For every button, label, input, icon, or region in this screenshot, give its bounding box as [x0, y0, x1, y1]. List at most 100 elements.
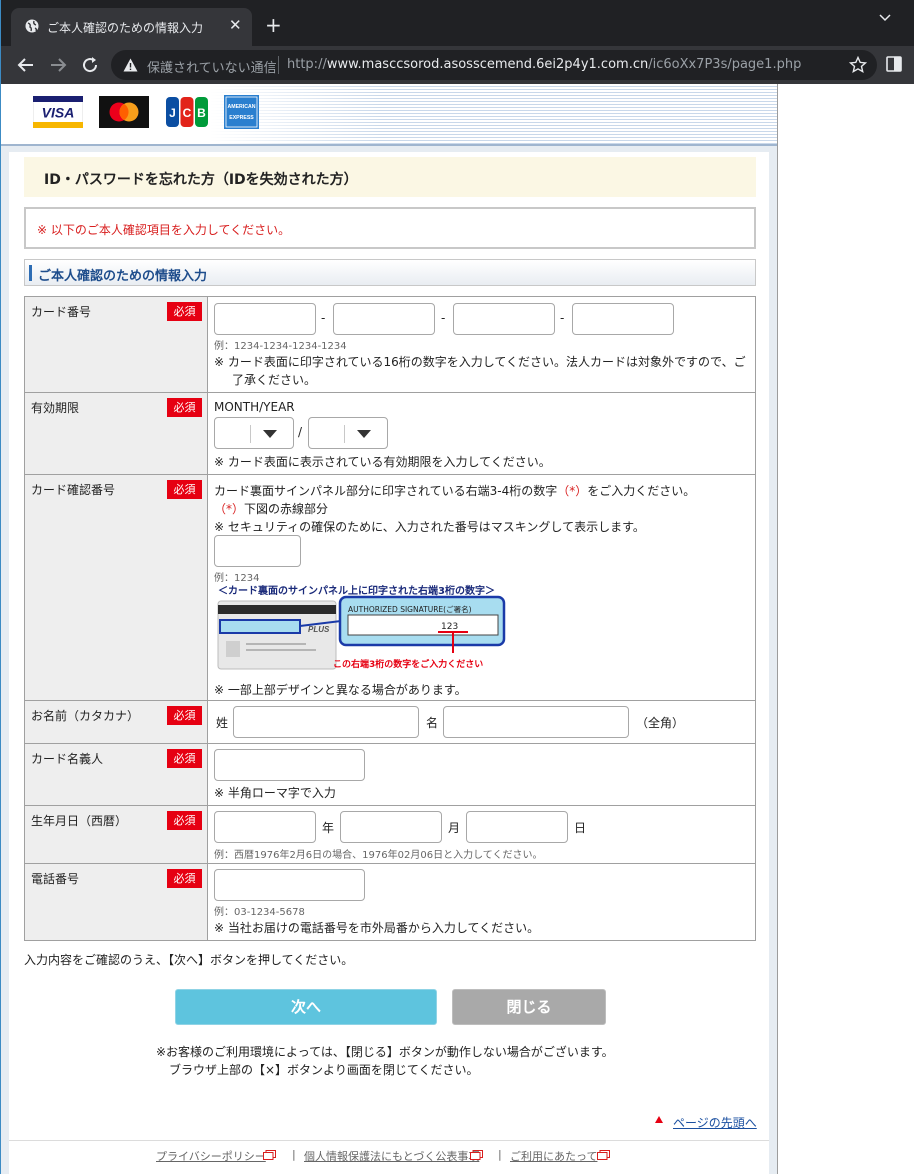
expiry-label-cell: 有効期限 必須: [24, 392, 208, 475]
select-divider: [250, 425, 251, 443]
next-button[interactable]: 次へ: [175, 989, 437, 1025]
card-number-note-cont: 了承ください。: [232, 373, 317, 387]
browser-tab[interactable]: ご本人確認のための情報入力 ✕: [11, 8, 252, 46]
day-unit: 日: [574, 821, 587, 835]
svg-text:C: C: [183, 106, 192, 120]
expiry-format-label: MONTH/YEAR: [214, 400, 295, 414]
url-host: www.masccsorod.asosscemend.6ei2p4y1.com.…: [326, 57, 649, 72]
expiry-month-select[interactable]: [214, 417, 294, 449]
required-badge: 必須: [167, 706, 202, 725]
card-fine-print: [246, 649, 316, 651]
birthdate-label: 生年月日（西暦）: [31, 814, 128, 828]
card-number-input-3[interactable]: [453, 303, 555, 335]
diagram-caption: この右端3桁の数字をご入力ください: [333, 658, 483, 670]
name-kana-label: お名前（カタカナ）: [31, 709, 140, 723]
instruction-text: 入力内容をご確認のうえ、【次へ】ボタンを押してください。: [24, 953, 354, 967]
cvv-label: カード確認番号: [31, 483, 116, 497]
not-secure-label[interactable]: 保護されていない通信: [147, 57, 277, 76]
card-fine-print: [246, 643, 306, 645]
cvv-label-cell: カード確認番号 必須: [24, 474, 208, 701]
birthdate-input-cell: 年 月 日 例：西暦1976年2月6日の場合、1976年02月06日と入力してく…: [207, 805, 756, 864]
diagram-title: ＜カード裏面のサインパネル上に印字された右端3桁の数字＞: [218, 584, 495, 597]
external-window-icon: [597, 1150, 610, 1160]
amex-logo: AMERICAN EXPRESS: [224, 95, 259, 129]
address-bar[interactable]: 保護されていない通信 http://www.masccsorod.asossce…: [111, 50, 877, 80]
magnetic-stripe: [218, 605, 336, 614]
cvv-asterisk-mark: （*）: [214, 502, 245, 516]
cvv-input[interactable]: [214, 535, 301, 567]
expiry-year-select[interactable]: [308, 417, 388, 449]
phone-row: 電話番号 必須 例：03-1234-5678 ※ 当社お届けの電話番号を市外局番…: [24, 863, 756, 941]
personal-info-link[interactable]: 個人情報保護法にもとづく公表事項: [304, 1148, 479, 1164]
card-number-note: ※ カード表面に印字されている16桁の数字を入力してください。法人カードは対象外…: [214, 355, 746, 369]
birth-day-input[interactable]: [466, 811, 568, 843]
svg-text:EXPRESS: EXPRESS: [229, 115, 254, 121]
phone-label: 電話番号: [31, 872, 80, 886]
side-panel-icon[interactable]: [886, 56, 902, 72]
cvv-red-line-text: 下図の赤線部分: [244, 502, 329, 516]
birth-year-input[interactable]: [214, 811, 316, 843]
external-window-icon: [470, 1150, 483, 1160]
visa-logo: VISA: [33, 96, 83, 128]
mastercard-logo: [99, 96, 149, 128]
card-number-separator: -: [321, 311, 326, 325]
close-note-line2: ブラウザ上部の【×】ボタンより画面を閉じてください。: [169, 1063, 479, 1077]
browser-chrome: ご本人確認のための情報入力 ✕ + 保護されていない通信 http://www.…: [0, 0, 914, 84]
privacy-policy-link[interactable]: プライバシーポリシー: [156, 1148, 266, 1164]
card-number-label: カード番号: [31, 305, 92, 319]
birth-month-input[interactable]: [340, 811, 442, 843]
bookmark-star-icon[interactable]: [849, 56, 867, 74]
cvv-example: 例：1234: [214, 573, 260, 584]
chevron-down-icon[interactable]: [877, 11, 893, 25]
select-divider: [344, 425, 345, 443]
required-badge: 必須: [167, 811, 202, 830]
card-number-input-1[interactable]: [214, 303, 316, 335]
cvv-design-note: ※ 一部上部デザインと異なる場合があります。: [214, 683, 467, 697]
tab-close-icon[interactable]: ✕: [229, 16, 242, 34]
card-back-diagram: ＜カード裏面のサインパネル上に印字された右端3桁の数字＞ PLUS AUTHOR…: [217, 584, 506, 670]
section-header: ご本人確認のための情報入力: [24, 259, 756, 286]
terms-link[interactable]: ご利用にあたって: [510, 1148, 597, 1164]
cvv-row: カード確認番号 必須 カード裏面サインパネル部分に印字されている右端3-4桁の数…: [24, 474, 756, 701]
close-note-line1: ※お客様のご利用環境によっては、【閉じる】ボタンが動作しない場合がございます。: [156, 1045, 614, 1059]
card-number-label-cell: カード番号 必須: [24, 296, 208, 393]
card-holder-input[interactable]: [214, 749, 365, 781]
cvv-description-text: カード裏面サインパネル部分に印字されている右端3-4桁の数字: [214, 484, 558, 498]
birthdate-row: 生年月日（西暦） 必須 年 月 日 例：西暦1976年2月6日の場合、1976年…: [24, 805, 756, 864]
section-title: ご本人確認のための情報入力: [38, 269, 208, 284]
notice-box: ※ 以下のご本人確認項目を入力してください。: [24, 207, 756, 249]
diagram-signature-label: AUTHORIZED SIGNATURE(ご署名): [348, 604, 472, 614]
reload-icon[interactable]: [79, 54, 101, 76]
required-badge: 必須: [167, 398, 202, 417]
card-number-input-2[interactable]: [333, 303, 435, 335]
new-tab-icon[interactable]: +: [265, 15, 282, 35]
card-holder-label-cell: カード名義人 必須: [24, 743, 208, 806]
svg-text:AMERICAN: AMERICAN: [228, 104, 256, 110]
first-name-input[interactable]: [443, 706, 629, 738]
required-badge: 必須: [167, 869, 202, 888]
forward-arrow-icon[interactable]: [47, 54, 69, 76]
svg-text:J: J: [169, 106, 176, 120]
required-badge: 必須: [167, 302, 202, 321]
phone-input[interactable]: [214, 869, 365, 901]
warning-icon[interactable]: [123, 58, 138, 72]
card-number-input-4[interactable]: [572, 303, 674, 335]
page-top-link[interactable]: ページの先頭へ: [673, 1114, 757, 1131]
dropdown-arrow-icon: [357, 430, 371, 438]
back-arrow-icon[interactable]: [15, 54, 37, 76]
birthdate-label-cell: 生年月日（西暦） 必須: [24, 805, 208, 864]
card-hologram: [226, 641, 240, 657]
url-text[interactable]: http://www.masccsorod.asosscemend.6ei2p4…: [287, 57, 801, 72]
omnibox-divider: [278, 56, 279, 74]
card-number-separator: -: [441, 311, 446, 325]
footer-separator: |: [292, 1148, 296, 1161]
cvv-description-tail: をご入力ください。: [587, 484, 696, 498]
footer-divider: [9, 1140, 769, 1141]
required-badge: 必須: [167, 749, 202, 768]
card-brand-header: VISA J C B AMERICAN EXPRESS: [1, 84, 777, 146]
full-width-note: （全角）: [636, 716, 685, 730]
last-name-input[interactable]: [233, 706, 419, 738]
close-button[interactable]: 閉じる: [452, 989, 606, 1025]
phone-example: 例：03-1234-5678: [214, 907, 305, 918]
globe-icon: [25, 19, 39, 33]
